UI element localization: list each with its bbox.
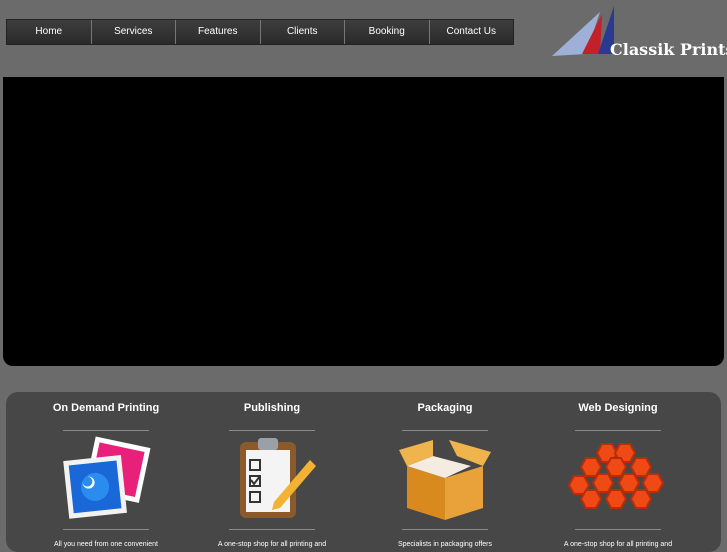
nav-home[interactable]: Home (7, 20, 92, 44)
nav-features[interactable]: Features (176, 20, 261, 44)
service-publishing[interactable]: Publishing A one-stop shop for all print… (187, 392, 357, 549)
brand-name: Classik Prints (610, 40, 727, 59)
divider (575, 529, 661, 530)
service-web-designing[interactable]: Web Designing A one-stop shop for all pr… (533, 392, 703, 549)
hexagon-cluster-icon (568, 443, 665, 509)
photo-prints-icon (63, 436, 151, 519)
nav-clients[interactable]: Clients (261, 20, 345, 44)
service-on-demand-printing[interactable]: On Demand Printing All you need from one… (21, 392, 191, 549)
service-packaging[interactable]: Packaging Specialists in packaging offer… (360, 392, 530, 549)
nav-contact-us[interactable]: Contact Us (430, 20, 514, 44)
services-panel: On Demand Printing All you need from one… (6, 392, 721, 552)
service-title: Web Designing (578, 402, 658, 414)
service-title: On Demand Printing (52, 402, 160, 414)
main-nav: Home Services Features Clients Booking C… (6, 19, 514, 45)
cardboard-box-icon (399, 440, 491, 520)
nav-services[interactable]: Services (92, 20, 176, 44)
divider (402, 529, 488, 530)
brand-logo[interactable]: Classik Prints (552, 4, 727, 60)
clipboard-checklist-icon (240, 438, 316, 518)
divider (229, 529, 315, 530)
service-title: Publishing (243, 402, 301, 414)
nav-booking[interactable]: Booking (345, 20, 430, 44)
divider (63, 529, 149, 530)
service-title: Packaging (417, 402, 473, 414)
hero-slider (3, 77, 724, 366)
